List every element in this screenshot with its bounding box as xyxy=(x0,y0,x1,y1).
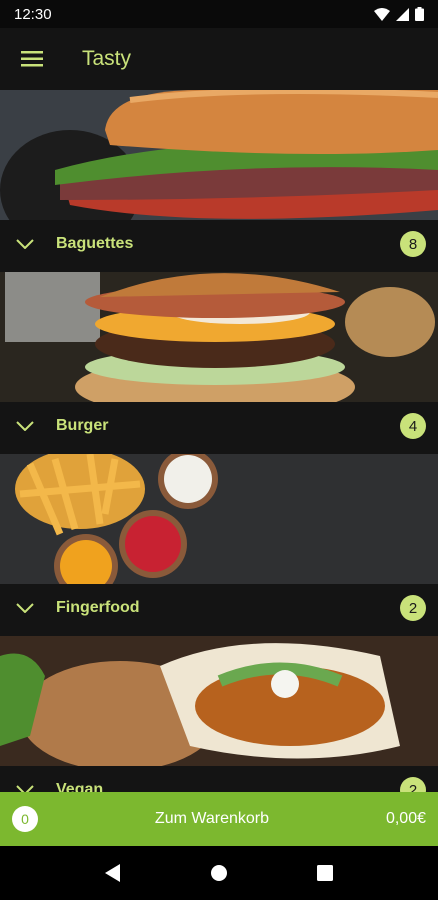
count-badge: 2 xyxy=(400,595,426,621)
chevron-down-icon[interactable] xyxy=(14,783,36,792)
category-name: Burger xyxy=(56,417,109,434)
category-baguettes[interactable]: Baguettes 8 xyxy=(0,90,438,268)
category-name: Baguettes xyxy=(56,235,134,252)
app-title: Tasty xyxy=(82,47,132,70)
category-bar[interactable]: Burger 4 xyxy=(0,402,438,450)
cart-total: 0,00€ xyxy=(385,810,426,827)
cart-count-badge: 0 xyxy=(12,806,38,832)
recents-icon[interactable] xyxy=(317,865,334,881)
category-fingerfood[interactable]: Fingerfood 2 xyxy=(0,454,438,632)
baguettes-image[interactable] xyxy=(0,90,438,220)
category-bar[interactable]: Vegan 2 xyxy=(0,766,438,792)
category-bar[interactable]: Baguettes 8 xyxy=(0,220,438,268)
burger-image[interactable] xyxy=(0,272,438,402)
status-icons xyxy=(374,7,424,21)
status-time: 12:30 xyxy=(14,5,52,23)
home-icon[interactable] xyxy=(210,864,228,882)
cart-label[interactable]: Zum Warenkorb xyxy=(38,810,386,828)
category-name: Fingerfood xyxy=(56,599,140,616)
category-name: Vegan xyxy=(56,781,104,792)
chevron-down-icon[interactable] xyxy=(14,237,36,251)
app-bar: Tasty xyxy=(0,28,438,90)
menu-icon[interactable] xyxy=(4,28,60,90)
chevron-down-icon[interactable] xyxy=(14,601,36,615)
wifi-icon xyxy=(374,7,390,21)
count-badge: 8 xyxy=(400,231,426,257)
category-vegan[interactable]: Vegan 2 xyxy=(0,636,438,792)
category-burger[interactable]: Burger 4 xyxy=(0,272,438,450)
cart-bar[interactable]: 0 Zum Warenkorb 0,00€ xyxy=(0,792,438,846)
category-bar[interactable]: Fingerfood 2 xyxy=(0,584,438,632)
signal-icon xyxy=(396,7,409,21)
fingerfood-image[interactable] xyxy=(0,454,438,584)
count-badge: 4 xyxy=(400,413,426,439)
chevron-down-icon[interactable] xyxy=(14,419,36,433)
vegan-image[interactable] xyxy=(0,636,438,766)
category-list[interactable]: Baguettes 8 Burger 4 Fingerfood 2 Vegan … xyxy=(0,90,438,792)
status-bar: 12:30 xyxy=(0,0,438,28)
battery-icon xyxy=(415,7,424,21)
back-icon[interactable] xyxy=(104,864,121,882)
count-badge: 2 xyxy=(400,777,426,792)
system-nav-bar xyxy=(0,846,438,900)
